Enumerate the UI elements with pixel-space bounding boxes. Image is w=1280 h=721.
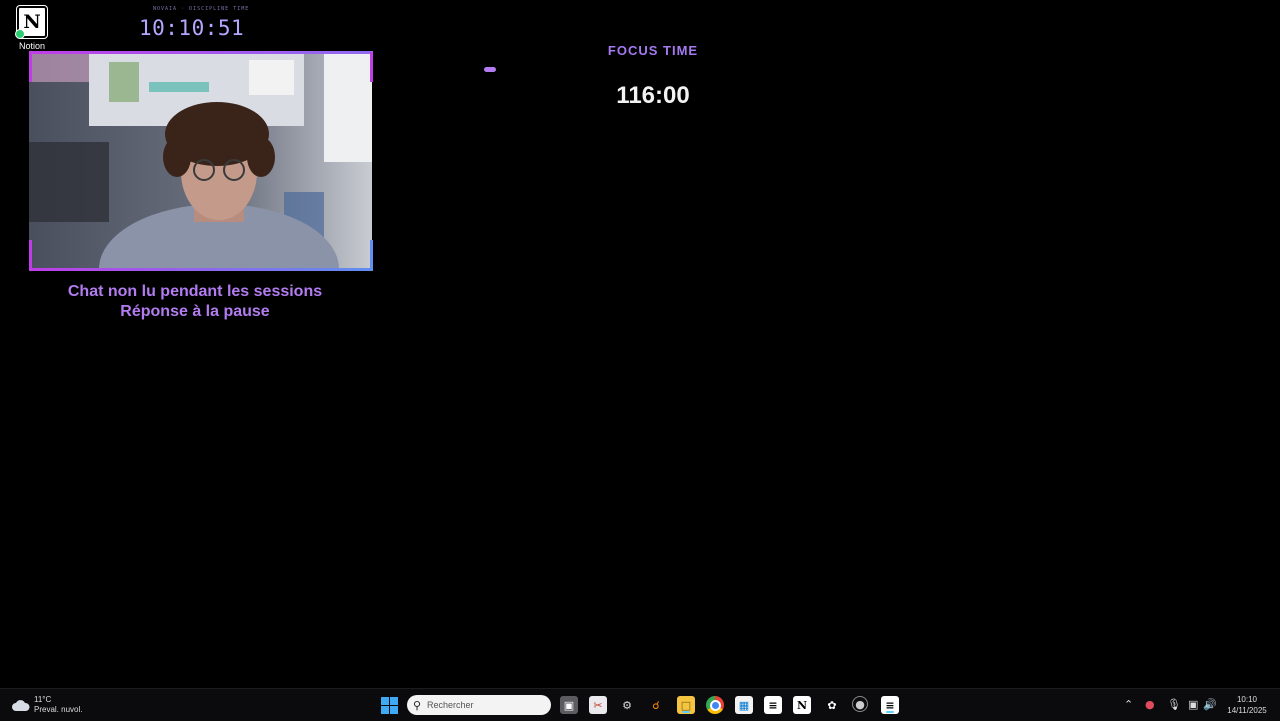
windows-logo-q1 [381, 697, 389, 705]
windows-logo-q4 [390, 706, 398, 714]
start-button[interactable] [381, 697, 398, 714]
task-view-icon[interactable]: ▣ [560, 696, 578, 714]
webcam-feed [29, 52, 372, 269]
weather-desc: Preval. nuvol. [34, 705, 83, 714]
file-explorer-icon[interactable]: □ [677, 696, 695, 714]
focus-progress-indicator [484, 67, 496, 72]
active-indicator [682, 711, 690, 713]
webcam-corner-bl [29, 240, 32, 270]
overlay-clock: 10:10:51 [139, 16, 245, 40]
network-icon[interactable]: ▣ [1188, 698, 1198, 711]
chevron-up-icon[interactable]: ⌃ [1124, 698, 1133, 711]
notion-icon[interactable]: N [793, 696, 811, 714]
settings-icon[interactable]: ⚙ [618, 696, 636, 714]
taskbar-date: 14/11/2025 [1227, 706, 1267, 715]
chat-notice-line1: Chat non lu pendant les sessions [67, 283, 323, 300]
notion-desktop-shortcut[interactable]: N Notion [15, 6, 48, 51]
notion-icon: N [15, 6, 47, 39]
taskbar-search[interactable]: ⚲ Rechercher [407, 695, 551, 715]
active-indicator [886, 711, 894, 713]
taskbar: 11°C Preval. nuvol. ⚲ Rechercher ▣ ✂ ⚙ ☌… [0, 688, 1280, 721]
shortcut-badge-icon [15, 29, 25, 39]
notion-desktop-label: Notion [18, 41, 45, 51]
search-placeholder: Rechercher [427, 700, 474, 710]
taskbar-clock[interactable]: 10:10 14/11/2025 [1222, 694, 1272, 716]
capcut-icon[interactable]: ≡ [764, 696, 782, 714]
search-icon: ⚲ [412, 699, 422, 712]
windows-logo-q3 [381, 706, 389, 714]
overlay-caption: NOVAIA · DISCIPLINE TIME [153, 6, 250, 12]
notion-logo-letter: N [23, 11, 41, 33]
webcam-corner-br [370, 240, 373, 270]
search-app-icon[interactable]: ☌ [647, 696, 665, 714]
volume-icon[interactable]: 🔊 [1203, 698, 1217, 711]
microphone-icon[interactable]: 🎙 [1167, 698, 1181, 711]
obs-icon[interactable]: ● [852, 696, 868, 712]
taskbar-time: 10:10 [1236, 695, 1258, 704]
windows-logo-q2 [390, 697, 398, 705]
cloud-icon [12, 699, 30, 711]
capcut-active-icon[interactable]: ≡ [881, 696, 899, 714]
focus-time-value: 116:00 [616, 82, 690, 109]
microsoft-store-icon[interactable]: ▦ [735, 696, 753, 714]
webcam-corner-tr [370, 52, 373, 82]
chrome-center [709, 699, 721, 711]
chatgpt-icon[interactable]: ✿ [823, 696, 841, 714]
webcam-border-bottom [29, 268, 373, 271]
app-tray-icon[interactable]: ● [1145, 698, 1155, 711]
focus-time-label: FOCUS TIME [607, 43, 699, 58]
chrome-icon[interactable] [706, 696, 724, 714]
webcam-border-top [29, 51, 373, 54]
chat-notice-line2: Réponse à la pause [120, 303, 270, 320]
webcam-corner-tl [29, 52, 32, 82]
weather-widget[interactable]: 11°C Preval. nuvol. [12, 695, 82, 715]
weather-temp: 11°C [34, 695, 52, 704]
snipping-tool-icon[interactable]: ✂ [589, 696, 607, 714]
